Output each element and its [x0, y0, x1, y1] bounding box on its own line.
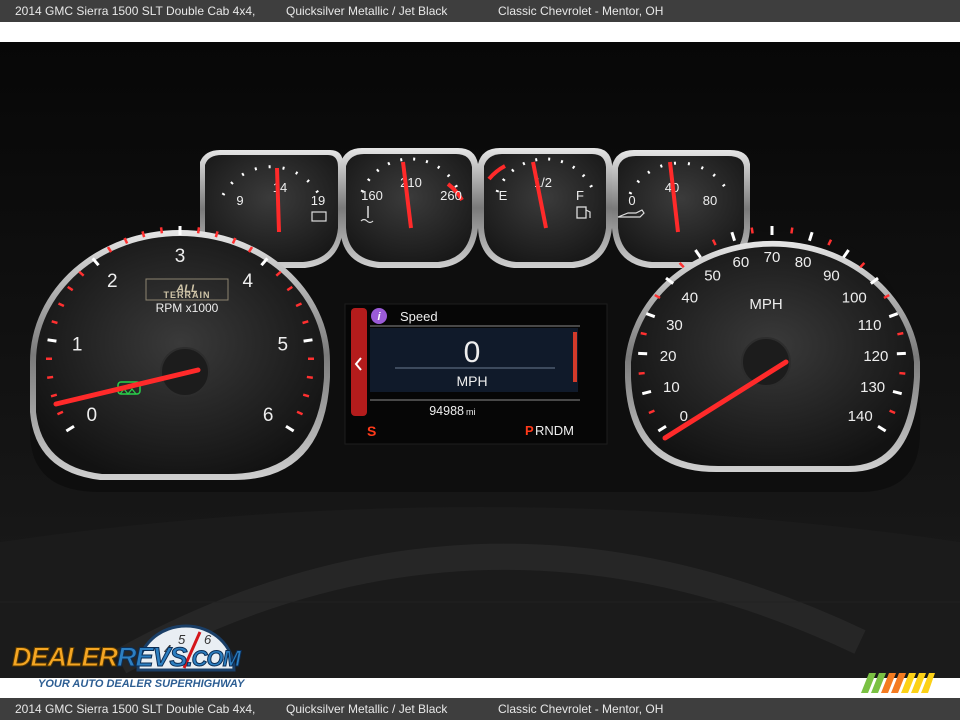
gauge-tick	[303, 338, 313, 343]
caption-dealer: Classic Chevrolet - Mentor, OH	[498, 702, 664, 716]
tach-label: 2	[107, 271, 118, 292]
oil-tick: 0	[628, 193, 635, 208]
tach-label: 0	[87, 405, 98, 426]
tach-label: 5	[278, 334, 289, 355]
dealerrevs-wordmark: DEALERREVS.COM	[11, 642, 241, 673]
gauge-tick	[899, 371, 906, 375]
caption-vehicle: 2014 GMC Sierra 1500 SLT Double Cab 4x4,	[15, 4, 256, 18]
gauge-tick	[47, 338, 57, 343]
gauge-tick	[302, 320, 309, 325]
gauge-tick	[302, 393, 310, 398]
speed-label: 130	[860, 379, 885, 396]
gauge-tick	[638, 371, 645, 375]
fuel-gauge: E 1/2 F	[478, 148, 612, 268]
speed-label: 60	[733, 254, 750, 271]
tach-label: 4	[242, 271, 253, 292]
odometer-value: 94988	[429, 404, 464, 418]
speed-label: 90	[823, 268, 840, 285]
temp-tick: 260	[440, 188, 462, 203]
sport-indicator: S	[367, 423, 376, 439]
gauge-tick	[47, 375, 54, 379]
fuel-tick: E	[499, 188, 508, 203]
speed-label: 10	[663, 379, 680, 396]
gauge-tick	[51, 320, 58, 325]
gauge-tick	[306, 375, 313, 379]
instrument-cluster-photo: 9 14 19 160 210 260 E 1/2 F 0 80 0 1 2 3…	[0, 42, 960, 678]
tach-label: 1	[72, 334, 83, 355]
dic-speed-value: 0	[464, 336, 481, 369]
gauge-tick	[196, 227, 201, 234]
gauge-tick	[750, 227, 754, 234]
tach-unit: RPM x1000	[156, 301, 219, 315]
speed-label: 70	[764, 249, 781, 266]
speed-label: 100	[842, 289, 867, 306]
voltage-tick: 19	[311, 193, 325, 208]
dic-left-tab	[351, 308, 367, 416]
temp-tick: 160	[361, 188, 383, 203]
caption-dealer: Classic Chevrolet - Mentor, OH	[498, 4, 664, 18]
caption-colors: Quicksilver Metallic / Jet Black	[286, 702, 448, 716]
caption-vehicle: 2014 GMC Sierra 1500 SLT Double Cab 4x4,	[15, 702, 256, 716]
gauge-tick	[214, 231, 219, 238]
speed-label: 40	[681, 289, 698, 306]
gauge-tick	[897, 331, 904, 336]
fuel-tick: F	[576, 188, 584, 203]
speed-label: 80	[795, 254, 812, 271]
tach-label: 3	[175, 246, 186, 267]
tach-label: 6	[263, 405, 274, 426]
dic-title: Speed	[400, 309, 438, 324]
voltage-tick: 9	[236, 193, 243, 208]
caption-bar-bottom: 2014 GMC Sierra 1500 SLT Double Cab 4x4,…	[0, 698, 960, 720]
logo-revs: REVS	[117, 642, 189, 673]
caption-colors: Quicksilver Metallic / Jet Black	[286, 4, 448, 18]
caption-bar-top: 2014 GMC Sierra 1500 SLT Double Cab 4x4,…	[0, 0, 960, 22]
oil-tick: 80	[703, 193, 717, 208]
dic-speed-unit: MPH	[456, 373, 487, 389]
logo-tagline: YOUR AUTO DEALER SUPERHIGHWAY	[38, 678, 245, 690]
gauge-tick	[790, 227, 794, 234]
speed-label: 120	[863, 348, 888, 365]
speed-label: 30	[666, 317, 683, 334]
driver-info-center: i Speed 0 MPH 94988 mi S P RNDM	[344, 303, 608, 445]
speed-unit: MPH	[749, 296, 782, 313]
speed-label: 140	[848, 408, 873, 425]
logo-com: .COM	[186, 646, 241, 672]
speed-label: 20	[660, 348, 677, 365]
color-stripes-logo	[861, 673, 935, 693]
dic-scrollbar	[573, 332, 577, 382]
gauge-tick	[640, 331, 647, 336]
odometer-unit: mi	[466, 407, 476, 417]
logo-dealer: DEALER	[11, 642, 118, 673]
all-terrain-badge-line2: TERRAIN	[164, 290, 211, 300]
gear-other: RNDM	[535, 423, 574, 438]
speed-label: 50	[704, 268, 721, 285]
gear-selected: P	[525, 423, 534, 438]
speed-label: 110	[858, 317, 882, 334]
gauge-tick	[141, 231, 146, 238]
gauge-tick	[50, 393, 58, 398]
gauge-tick	[159, 227, 164, 234]
voltage-needle	[275, 167, 281, 233]
dealerrevs-logo: 4 5 6 DEALERREVS.COM YOUR AUTO DEALER SU…	[11, 622, 272, 696]
temperature-gauge: 160 210 260	[340, 148, 478, 268]
voltage-tick: 14	[273, 180, 287, 195]
